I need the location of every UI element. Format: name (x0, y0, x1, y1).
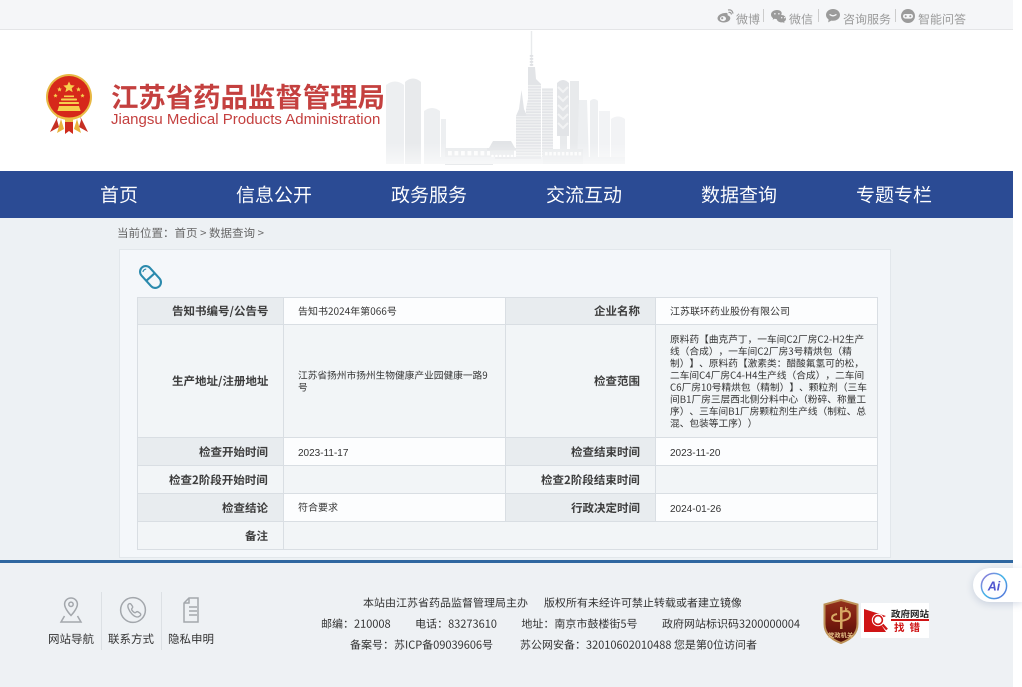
svg-text:Ai: Ai (987, 580, 1001, 594)
